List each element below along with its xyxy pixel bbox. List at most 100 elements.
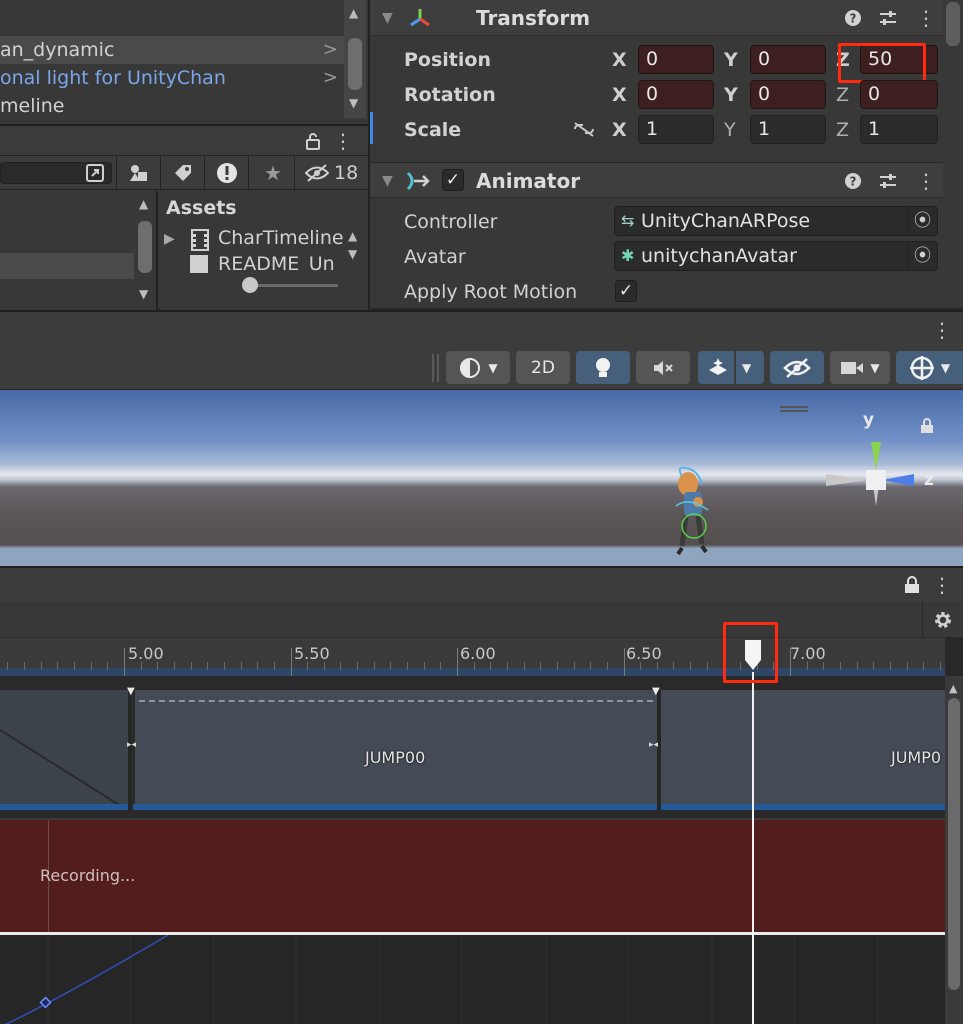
scene-viewport[interactable]: y z xyxy=(0,390,963,566)
asset-item-label[interactable]: README_Un xyxy=(218,253,335,273)
ruler-minor-tick xyxy=(807,662,808,670)
more-options-icon[interactable]: ⋮ xyxy=(916,163,936,199)
hierarchy-item[interactable]: onal light for UnityChan > xyxy=(0,64,344,92)
animation-track: ▼ ▸◂ JUMP00 ▼ ▸◂ JUMP0 xyxy=(0,676,945,816)
chevron-right-icon[interactable]: > xyxy=(323,36,338,64)
animator-enabled-checkbox[interactable]: ✓ xyxy=(442,169,464,191)
asset-list-scrollbar[interactable]: ▲ ▼ xyxy=(344,227,366,273)
rotation-y-field[interactable]: 0 xyxy=(750,80,826,109)
ruler-minor-tick xyxy=(191,662,192,670)
animation-clip[interactable]: ▼ ▸◂ JUMP00 xyxy=(127,686,657,810)
settings-gear-icon[interactable] xyxy=(928,606,958,634)
scale-z-field[interactable]: 1 xyxy=(860,115,938,144)
favorite-star-icon[interactable]: ★ xyxy=(258,160,288,186)
controller-field[interactable]: ⇆ UnityChanARPose ⦿ xyxy=(614,206,938,236)
avatar-label: Avatar xyxy=(404,246,466,268)
audio-mute-toggle[interactable] xyxy=(636,351,690,384)
toggle-2d-button[interactable]: 2D xyxy=(516,351,570,384)
folder-tree-item[interactable] xyxy=(0,253,134,279)
ruler-minor-tick xyxy=(640,662,641,670)
shading-mode-dropdown[interactable]: ▼ xyxy=(446,351,510,384)
clip-bar xyxy=(133,804,657,810)
collapse-arrow-icon[interactable]: ▼ xyxy=(382,0,393,36)
transform-header[interactable]: ▼ Transform ? ⋮ xyxy=(370,0,963,36)
ruler-minor-tick xyxy=(574,662,575,670)
lock-icon[interactable] xyxy=(300,126,326,156)
apply-root-motion-checkbox[interactable]: ✓ xyxy=(615,280,637,302)
scroll-up-icon[interactable]: ▲ xyxy=(349,6,358,20)
presets-icon[interactable] xyxy=(878,163,898,199)
inspector-scrollbar[interactable] xyxy=(943,0,963,306)
warning-icon[interactable] xyxy=(212,160,242,186)
hidden-eye-icon[interactable] xyxy=(302,160,332,186)
folder-tree-scrollbar[interactable]: ▲ ▼ xyxy=(134,191,156,307)
animation-clip[interactable]: JUMP0 xyxy=(661,690,945,810)
open-window-icon[interactable] xyxy=(82,160,108,186)
scroll-down-icon[interactable]: ▼ xyxy=(348,247,357,261)
ruler-minor-tick xyxy=(141,662,142,670)
recording-track[interactable]: Recording... xyxy=(0,818,945,932)
curve-track[interactable] xyxy=(0,932,945,1024)
ruler-minor-tick xyxy=(357,662,358,670)
ruler-label: 6.00 xyxy=(460,644,496,663)
scale-y-field[interactable]: 1 xyxy=(750,115,826,144)
asset-size-slider-handle[interactable] xyxy=(242,277,258,293)
scroll-down-icon[interactable]: ▼ xyxy=(139,287,148,301)
clip-bar xyxy=(661,804,945,810)
filter-by-label-icon[interactable] xyxy=(168,160,198,186)
scrollbar-thumb[interactable] xyxy=(348,38,362,90)
ruler-major-tick xyxy=(457,648,458,676)
hidden-objects-toggle[interactable] xyxy=(770,351,824,384)
gizmos-dropdown[interactable]: ▼ xyxy=(896,351,963,384)
timeline-scrollbar[interactable]: ▲ xyxy=(945,676,963,1024)
scroll-down-icon[interactable]: ▼ xyxy=(349,96,358,110)
axis-z-label: Z xyxy=(836,84,850,106)
help-icon[interactable]: ? xyxy=(844,0,862,36)
camera-dropdown[interactable]: ▼ xyxy=(830,351,890,384)
object-picker-icon[interactable]: ⦿ xyxy=(907,207,937,235)
chevron-right-icon[interactable]: > xyxy=(323,64,338,92)
hierarchy-scrollbar[interactable]: ▲ ▼ xyxy=(344,0,366,118)
scroll-up-icon[interactable]: ▲ xyxy=(139,197,148,211)
lighting-toggle[interactable] xyxy=(576,351,630,384)
presets-icon[interactable] xyxy=(878,0,898,36)
animation-clip[interactable] xyxy=(0,690,128,810)
filter-by-type-icon[interactable] xyxy=(124,160,154,186)
scrollbar-thumb[interactable] xyxy=(138,221,152,273)
clip-label: JUMP0 xyxy=(891,748,942,767)
hierarchy-item[interactable]: meline xyxy=(0,92,344,120)
scroll-up-icon[interactable]: ▲ xyxy=(949,682,957,695)
more-options-icon[interactable]: ⋮ xyxy=(330,126,356,156)
asset-size-slider[interactable] xyxy=(248,284,338,287)
scrollbar-thumb[interactable] xyxy=(946,2,960,46)
timeline-tab-bar: ⋮ xyxy=(0,566,963,602)
scroll-up-icon[interactable]: ▲ xyxy=(348,229,357,243)
orientation-gizmo[interactable] xyxy=(822,412,932,536)
effects-dropdown[interactable]: ▼ xyxy=(698,351,764,384)
asset-item-label[interactable]: CharTimeline xyxy=(218,227,344,249)
more-options-icon[interactable]: ⋮ xyxy=(930,314,954,346)
expand-arrow-icon[interactable]: ▶ xyxy=(164,231,175,247)
rotation-z-field[interactable]: 0 xyxy=(860,80,938,109)
animator-header[interactable]: ▼ ✓ Animator ? ⋮ xyxy=(370,162,963,198)
position-y-field[interactable]: 0 xyxy=(750,45,826,74)
more-options-icon[interactable]: ⋮ xyxy=(930,568,954,602)
ruler-minor-tick xyxy=(873,662,874,670)
rotation-x-field[interactable]: 0 xyxy=(638,80,714,109)
object-picker-icon[interactable]: ⦿ xyxy=(907,242,937,270)
collapse-arrow-icon[interactable]: ▼ xyxy=(382,163,393,199)
assets-header: Assets xyxy=(166,197,237,219)
lock-icon[interactable] xyxy=(900,568,924,602)
help-icon[interactable]: ? xyxy=(844,163,862,199)
scale-label: Scale xyxy=(404,119,462,141)
constrain-proportions-icon[interactable] xyxy=(572,120,596,142)
more-options-icon[interactable]: ⋮ xyxy=(916,0,936,36)
position-x-field[interactable]: 0 xyxy=(638,45,714,74)
lock-icon[interactable] xyxy=(920,418,934,438)
scale-x-field[interactable]: 1 xyxy=(638,115,714,144)
avatar-field[interactable]: ✱ unitychanAvatar ⦿ xyxy=(614,241,938,271)
time-ruler[interactable]: 5.00 5.50 6.00 6.50 7.00 xyxy=(0,638,945,676)
hierarchy-item[interactable]: an_dynamic > xyxy=(0,36,344,64)
scrollbar-thumb[interactable] xyxy=(948,698,960,990)
character-model[interactable] xyxy=(668,466,716,560)
